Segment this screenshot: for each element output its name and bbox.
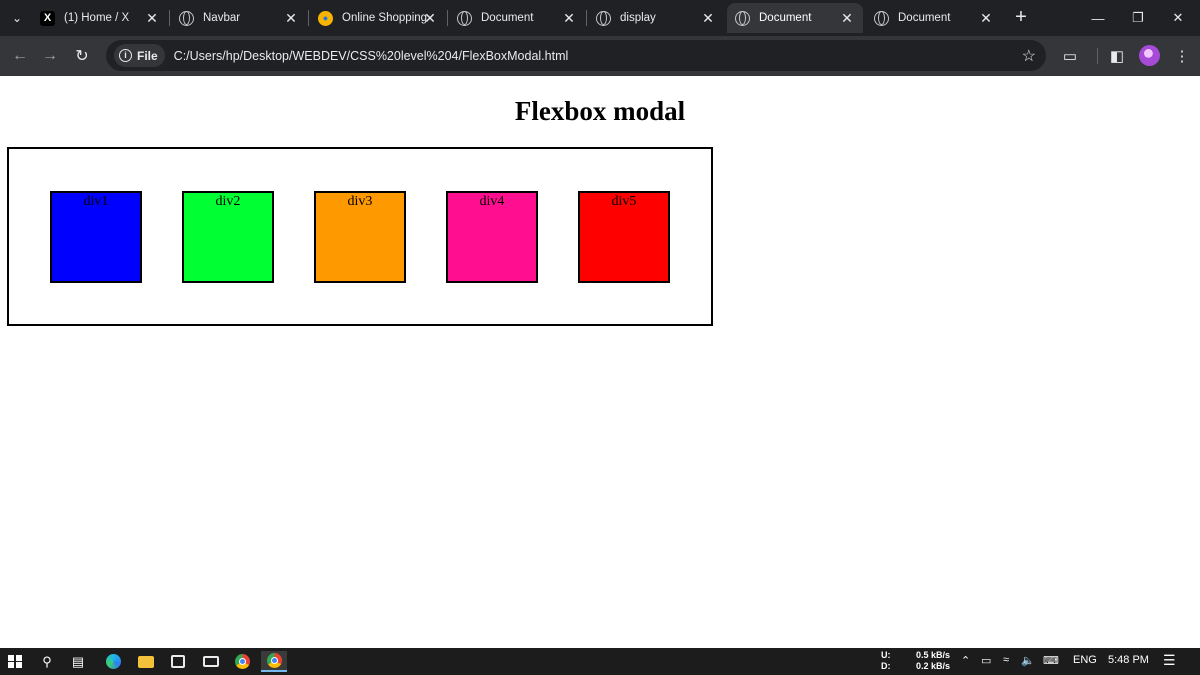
profile-avatar[interactable] <box>1139 45 1160 66</box>
tab-strip: ⌄ X (1) Home / X ✕ Navbar ✕ ● Online Sho… <box>0 0 1200 36</box>
upload-speed: 0.5 kB/s <box>916 650 951 660</box>
browser-toolbar: ← → ↻ i File C:/Users/hp/Desktop/WEBDEV/… <box>0 36 1200 76</box>
tab-title: Online Shopping <box>342 12 428 24</box>
globe-icon <box>735 10 750 26</box>
tab-5[interactable]: display ✕ <box>588 3 724 33</box>
close-tab-icon[interactable]: ✕ <box>978 10 994 26</box>
tab-separator <box>169 10 170 26</box>
clock[interactable]: 5:48 PM <box>1108 654 1149 666</box>
mail-icon[interactable] <box>200 651 222 672</box>
flex-box-1: div1 <box>50 190 142 283</box>
toolbar-divider <box>1097 48 1098 64</box>
menu-kebab-icon[interactable]: ⋮ <box>1170 44 1194 68</box>
address-bar[interactable]: i File C:/Users/hp/Desktop/WEBDEV/CSS%20… <box>106 40 1046 71</box>
chrome-running-icon[interactable] <box>261 651 287 672</box>
upload-label: U: <box>881 650 891 660</box>
close-window-button[interactable]: ✕ <box>1158 0 1198 36</box>
edge-browser-icon[interactable] <box>102 651 124 672</box>
web-page: Flexbox modal div1 div2 div3 div4 div5 <box>0 76 1200 648</box>
tab-2[interactable]: Navbar ✕ <box>171 3 307 33</box>
back-button[interactable]: ← <box>6 42 34 70</box>
reload-button[interactable]: ↻ <box>68 42 96 70</box>
site-info-label: File <box>137 48 158 63</box>
globe-icon <box>596 10 611 26</box>
tab-title: Navbar <box>203 12 241 24</box>
keyboard-icon[interactable]: ⌨ <box>1043 654 1059 667</box>
globe-icon <box>179 10 194 26</box>
chrome-icon[interactable] <box>231 651 253 672</box>
restore-button[interactable]: ❐ <box>1118 0 1158 36</box>
store-icon[interactable] <box>167 651 189 672</box>
download-speed: 0.2 kB/s <box>916 661 951 671</box>
flex-box-3: div3 <box>314 190 406 283</box>
windows-taskbar: ⚲ ▤ U: D: 0.5 kB/s 0.2 kB/s ⌃ ▭ ≈ 🔈 ⌨ EN… <box>0 648 1200 675</box>
notifications-icon[interactable]: ☰ <box>1163 652 1176 669</box>
close-tab-icon[interactable]: ✕ <box>561 10 577 26</box>
site-info-chip[interactable]: i File <box>114 44 165 67</box>
volume-icon[interactable]: 🔈 <box>1021 654 1035 667</box>
tab-4[interactable]: Document ✕ <box>449 3 585 33</box>
globe-icon <box>874 10 889 26</box>
close-tab-icon[interactable]: ✕ <box>839 10 855 26</box>
tab-title: Document <box>481 12 534 24</box>
tab-separator <box>308 10 309 26</box>
globe-icon <box>457 10 472 26</box>
file-explorer-icon[interactable] <box>135 651 157 672</box>
flex-box-4: div4 <box>446 190 538 283</box>
tab-1[interactable]: X (1) Home / X ✕ <box>32 3 168 33</box>
net-speeds: 0.5 kB/s 0.2 kB/s <box>916 650 950 672</box>
close-tab-icon[interactable]: ✕ <box>422 10 438 26</box>
info-icon: i <box>119 49 132 62</box>
windows-logo-icon <box>8 654 22 669</box>
close-tab-icon[interactable]: ✕ <box>144 10 160 26</box>
start-button[interactable] <box>4 651 26 672</box>
net-labels: U: D: <box>881 650 891 672</box>
minimize-button[interactable]: — <box>1078 0 1118 36</box>
flex-box-5: div5 <box>578 190 670 283</box>
bookmark-star-icon[interactable]: ☆ <box>1022 46 1036 66</box>
tab-7[interactable]: Document ✕ <box>866 3 1002 33</box>
tab-6-active[interactable]: Document ✕ <box>727 3 863 33</box>
x-logo-icon: X <box>40 10 55 26</box>
download-label: D: <box>881 661 891 671</box>
tab-title: (1) Home / X <box>64 12 130 24</box>
task-view-icon[interactable]: ▤ <box>67 651 89 672</box>
tab-title: display <box>620 12 656 24</box>
tab-separator <box>586 10 587 26</box>
close-tab-icon[interactable]: ✕ <box>283 10 299 26</box>
wifi-icon[interactable]: ≈ <box>1003 654 1009 666</box>
tab-separator <box>447 10 448 26</box>
search-icon[interactable]: ⚲ <box>36 651 58 672</box>
language-indicator[interactable]: ENG <box>1073 654 1097 666</box>
shopping-icon: ● <box>318 10 333 26</box>
extensions-icon[interactable]: ▭ <box>1058 44 1082 68</box>
flex-box-2: div2 <box>182 190 274 283</box>
new-tab-button[interactable]: + <box>1009 5 1033 29</box>
forward-button[interactable]: → <box>36 42 64 70</box>
url-text[interactable]: C:/Users/hp/Desktop/WEBDEV/CSS%20level%2… <box>174 49 569 63</box>
battery-icon[interactable]: ▭ <box>981 654 991 667</box>
tab-3[interactable]: ● Online Shopping ✕ <box>310 3 446 33</box>
page-heading: Flexbox modal <box>514 96 686 126</box>
side-panel-icon[interactable]: ◧ <box>1105 44 1129 68</box>
flex-container: div1 div2 div3 div4 div5 <box>7 147 713 326</box>
show-hidden-icons-chevron-icon[interactable]: ⌃ <box>961 654 970 667</box>
tab-search-chevron-icon[interactable]: ⌄ <box>4 5 30 31</box>
tab-title: Document <box>759 12 812 24</box>
tab-title: Document <box>898 12 951 24</box>
close-tab-icon[interactable]: ✕ <box>700 10 716 26</box>
